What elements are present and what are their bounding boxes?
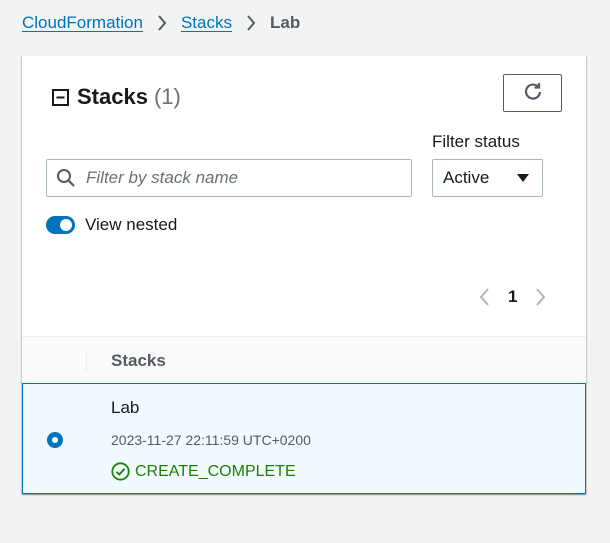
pagination: 1 bbox=[474, 286, 551, 308]
view-nested-row: View nested bbox=[46, 214, 177, 236]
toggle-knob bbox=[60, 219, 72, 231]
panel-header: Stacks (1) bbox=[52, 84, 181, 110]
stack-name: Lab bbox=[111, 398, 140, 417]
chevron-right-icon[interactable] bbox=[531, 287, 551, 307]
page-number[interactable]: 1 bbox=[508, 287, 517, 307]
view-nested-label: View nested bbox=[85, 215, 178, 234]
panel-title: Stacks bbox=[77, 84, 148, 109]
breadcrumb: CloudFormation Stacks Lab bbox=[22, 10, 300, 36]
search-icon bbox=[56, 168, 76, 188]
chevron-left-icon[interactable] bbox=[474, 287, 494, 307]
radio-dot bbox=[52, 437, 58, 443]
refresh-icon bbox=[523, 81, 543, 106]
stack-timestamp: 2023-11-27 22:11:59 UTC+0200 bbox=[111, 432, 311, 448]
table-header: Stacks bbox=[22, 336, 586, 384]
chevron-right-icon bbox=[232, 13, 270, 33]
status-filter-select[interactable]: Active bbox=[432, 159, 543, 197]
search-input[interactable] bbox=[86, 168, 386, 188]
refresh-button[interactable] bbox=[503, 74, 562, 112]
stack-status: CREATE_COMPLETE bbox=[111, 462, 296, 481]
filter-status-label: Filter status bbox=[432, 132, 520, 151]
breadcrumb-cloudformation-link[interactable]: CloudFormation bbox=[22, 13, 143, 33]
stack-status-text: CREATE_COMPLETE bbox=[135, 462, 296, 480]
search-field[interactable] bbox=[46, 159, 412, 197]
column-header-stacks[interactable]: Stacks bbox=[111, 351, 166, 371]
stack-count: (1) bbox=[153, 84, 181, 109]
collapse-icon[interactable] bbox=[52, 88, 69, 106]
chevron-right-icon bbox=[143, 13, 181, 33]
table-row[interactable]: Lab 2023-11-27 22:11:59 UTC+0200 CREATE_… bbox=[22, 383, 586, 494]
column-divider bbox=[86, 350, 87, 372]
breadcrumb-stacks-link[interactable]: Stacks bbox=[181, 13, 232, 33]
status-filter-value: Active bbox=[443, 168, 490, 187]
breadcrumb-current: Lab bbox=[269, 13, 301, 32]
view-nested-toggle[interactable] bbox=[46, 216, 75, 234]
caret-down-icon bbox=[516, 168, 530, 188]
stacks-panel: Stacks (1) Filter status Active Vi bbox=[22, 56, 586, 494]
row-radio[interactable] bbox=[47, 432, 63, 448]
check-circle-icon bbox=[111, 462, 130, 481]
